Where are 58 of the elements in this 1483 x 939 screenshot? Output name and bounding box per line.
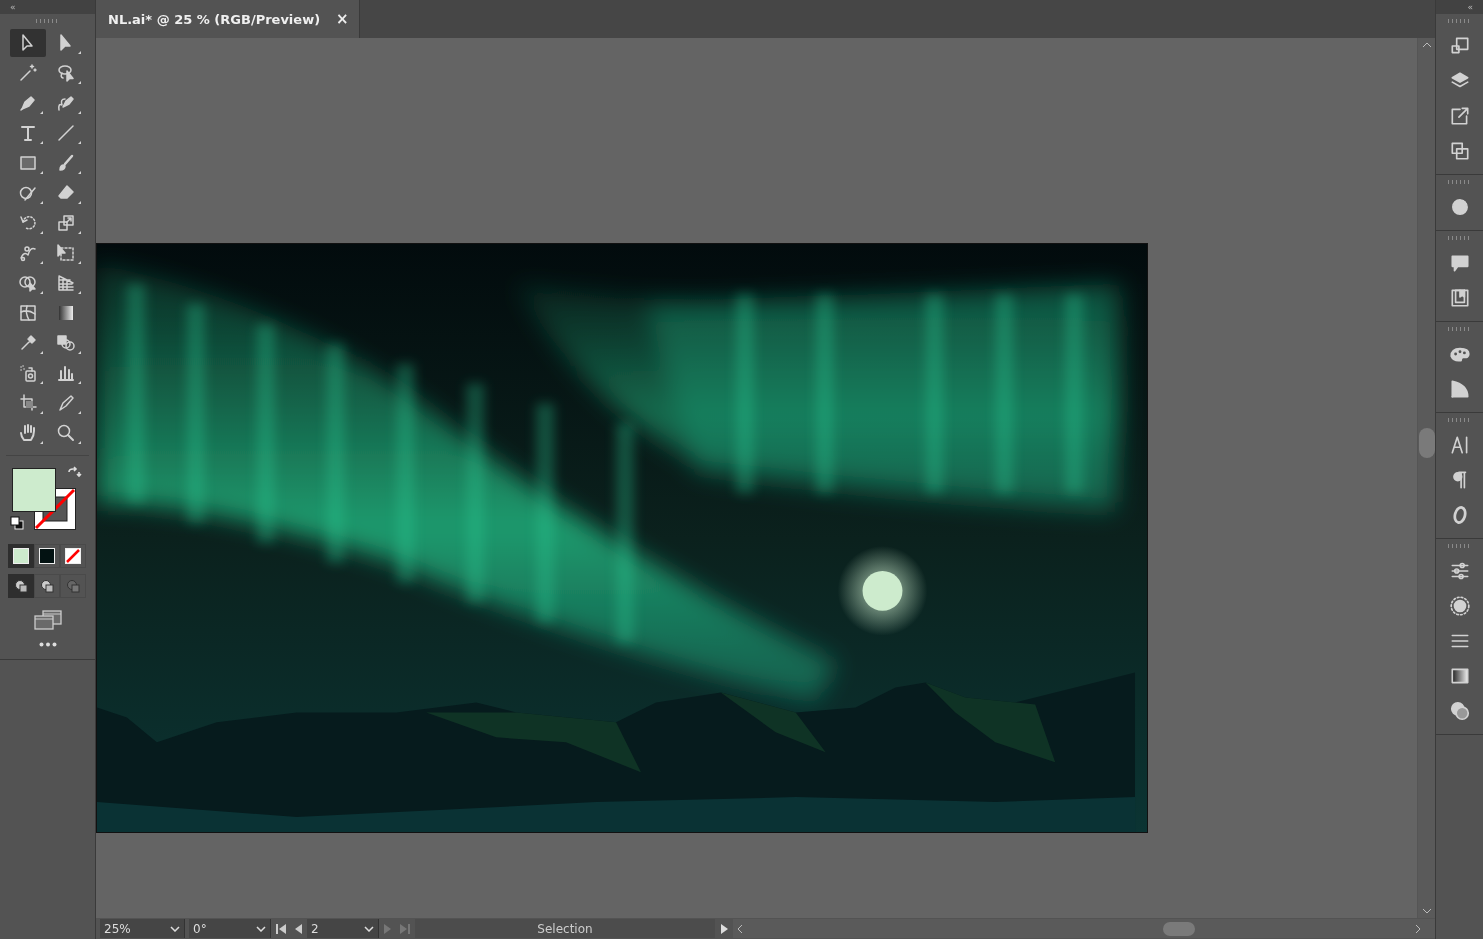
rotation-dropdown[interactable]: 0° — [189, 919, 271, 938]
blend-icon[interactable] — [55, 333, 76, 353]
draw-mode-button[interactable] — [8, 574, 34, 598]
status-field[interactable]: Selection — [415, 919, 715, 938]
screen-mode-icon[interactable] — [32, 610, 63, 630]
gradient-mode-button[interactable] — [34, 544, 60, 568]
symbol-sprayer-icon[interactable] — [17, 363, 38, 383]
book-icon[interactable] — [1448, 286, 1471, 309]
first-artboard-icon[interactable] — [275, 922, 287, 935]
free-transform-icon[interactable] — [55, 243, 76, 263]
caret-icon[interactable] — [170, 925, 180, 932]
collapse-glyph[interactable]: « — [1467, 2, 1473, 12]
caret-icon[interactable] — [364, 925, 374, 932]
zoom-icon[interactable] — [55, 423, 76, 443]
overlapping-squares-icon[interactable] — [1448, 139, 1471, 162]
curvature-pen-icon[interactable] — [55, 93, 76, 113]
default-colors-icon[interactable] — [10, 516, 24, 530]
bar-graph-icon[interactable] — [55, 363, 76, 383]
pen-nib-icon[interactable] — [17, 93, 38, 113]
mesh-icon[interactable] — [17, 303, 38, 323]
zoom-dropdown[interactable]: 25% — [100, 919, 185, 938]
magic-wand-icon[interactable] — [17, 63, 38, 83]
artboard-dropdown[interactable]: 2 — [307, 919, 379, 938]
none-mode-button[interactable] — [60, 544, 86, 568]
scroll-down-icon — [1421, 908, 1432, 914]
scrollbar-thumb[interactable] — [1418, 428, 1435, 458]
scale-icon[interactable] — [55, 213, 76, 233]
scroll-right-icon — [1415, 923, 1421, 934]
collapse-glyph[interactable]: « — [10, 2, 16, 12]
draw-behind-icon — [40, 579, 54, 593]
close-button[interactable]: × — [334, 10, 351, 28]
tool-button[interactable] — [9, 29, 46, 57]
fan-icon[interactable] — [1448, 377, 1471, 400]
shape-builder-icon[interactable] — [17, 273, 38, 293]
export-icon[interactable] — [1448, 104, 1471, 127]
dotted-ring-icon[interactable] — [1448, 594, 1471, 617]
document-tab[interactable]: NL.ai* @ 25 % (RGB/Preview) × — [96, 0, 360, 38]
horizontal-scrollbar[interactable] — [733, 919, 1435, 938]
lasso-icon[interactable] — [55, 63, 76, 83]
draw-normal-icon — [14, 579, 28, 593]
draw-mode-button[interactable] — [34, 574, 60, 598]
overlapping-circles-icon[interactable] — [1448, 699, 1471, 722]
draw-inside-icon — [66, 579, 80, 593]
rectangle-icon[interactable] — [17, 153, 38, 173]
color-mode-button[interactable] — [8, 544, 34, 568]
warp-icon[interactable] — [17, 243, 38, 263]
scrollbar-thumb[interactable] — [1163, 921, 1195, 936]
more-icon[interactable] — [38, 642, 57, 647]
caret-icon[interactable] — [256, 925, 266, 932]
artboard-icon[interactable] — [17, 393, 38, 413]
vertical-scrollbar[interactable] — [1417, 38, 1435, 918]
hand-icon[interactable] — [17, 423, 38, 443]
scroll-left-icon — [737, 923, 743, 934]
line-segment-icon[interactable] — [55, 123, 76, 143]
status-menu-icon[interactable] — [719, 922, 729, 935]
scroll-up-icon — [1421, 42, 1432, 48]
perspective-grid-icon[interactable] — [55, 273, 76, 293]
fill-swatch[interactable] — [12, 468, 56, 512]
